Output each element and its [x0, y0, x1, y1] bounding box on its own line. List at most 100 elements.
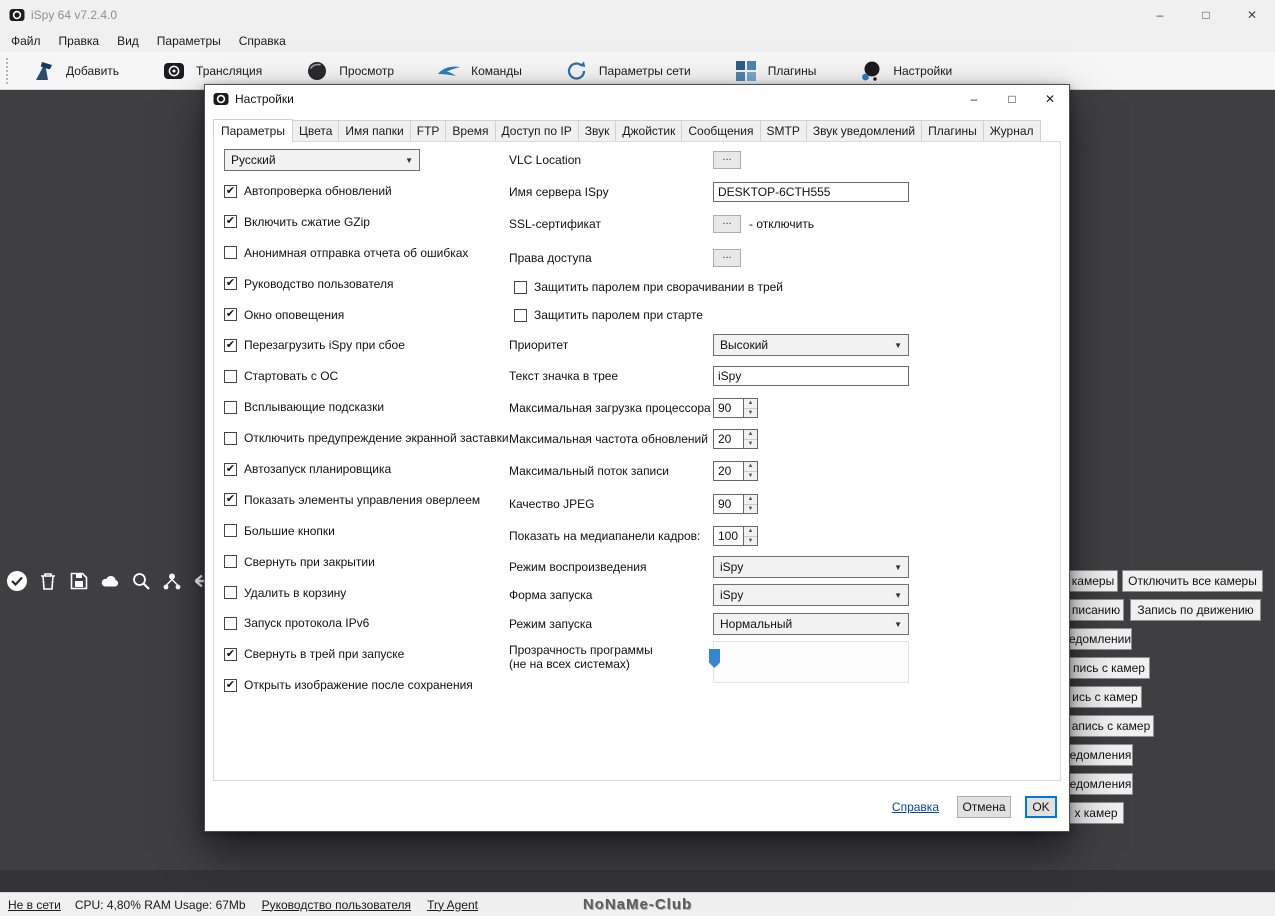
jpeg-quality-value[interactable]: 90: [713, 494, 743, 514]
media-frames-value[interactable]: 100: [713, 526, 743, 546]
tab-звук-уведомлений[interactable]: Звук уведомлений: [805, 120, 923, 142]
dialog-titlebar[interactable]: Настройки – □ ✕: [205, 85, 1069, 113]
spin-down-icon[interactable]: ▼: [744, 408, 757, 417]
spin-up-icon[interactable]: ▲: [744, 430, 757, 440]
checkbox-icon[interactable]: ✔: [224, 678, 237, 692]
side-button-отключить-все-камеры[interactable]: Отключить все камеры: [1122, 570, 1263, 592]
option-password-protect-tray[interactable]: Защитить паролем при сворачивании в трей: [514, 276, 1070, 298]
option-удалить-в-корзину[interactable]: Удалить в корзину: [224, 583, 506, 603]
checkbox-icon[interactable]: [224, 431, 237, 445]
max-stream-value[interactable]: 20: [713, 461, 743, 481]
side-button-ись-с-камер[interactable]: ись с камер: [1068, 686, 1142, 708]
tab-журнал[interactable]: Журнал: [982, 120, 1041, 142]
checkbox-icon[interactable]: ✔: [224, 184, 237, 198]
minimize-button[interactable]: –: [1137, 0, 1183, 30]
side-button-едомлении[interactable]: едомлении: [1068, 628, 1132, 650]
slider-thumb[interactable]: [709, 649, 720, 668]
startup-form-select[interactable]: iSpy ▼: [713, 584, 909, 606]
side-button-х-камер[interactable]: х камер: [1068, 802, 1124, 824]
menu-правка[interactable]: Правка: [50, 32, 109, 50]
tab-время[interactable]: Время: [445, 120, 496, 142]
checkbox-icon[interactable]: [224, 246, 237, 260]
offline-status-link[interactable]: Не в сети: [8, 898, 61, 912]
spin-down-icon[interactable]: ▼: [744, 439, 757, 448]
side-button-апись-с-камер[interactable]: апись с камер: [1068, 715, 1154, 737]
cloud-icon[interactable]: [99, 570, 121, 592]
tab-джойстик[interactable]: Джойстик: [615, 120, 683, 142]
check-circle-icon[interactable]: [6, 570, 28, 592]
side-button-едомления[interactable]: едомления: [1068, 773, 1133, 795]
option-стартовать-с-ос[interactable]: Стартовать с ОС: [224, 366, 506, 386]
startup-mode-select[interactable]: Нормальный ▼: [713, 613, 909, 635]
vlc-browse-button[interactable]: ...: [713, 151, 741, 169]
option-окно-оповещения[interactable]: ✔ Окно оповещения: [224, 305, 506, 325]
option-свернуть-в-трей-при-запуске[interactable]: ✔ Свернуть в трей при запуске: [224, 644, 506, 664]
save-icon[interactable]: [68, 570, 90, 592]
toolbar-добавить[interactable]: Добавить: [31, 59, 119, 83]
side-button-едомления[interactable]: едомления: [1068, 744, 1133, 766]
spin-down-icon[interactable]: ▼: [744, 536, 757, 545]
max-cpu-value[interactable]: 90: [713, 398, 743, 418]
tab-параметры[interactable]: Параметры: [213, 119, 293, 143]
dialog-minimize-button[interactable]: –: [955, 85, 993, 113]
max-cpu-spinner[interactable]: 90 ▲ ▼: [713, 398, 758, 418]
checkbox-icon[interactable]: ✔: [224, 215, 237, 229]
max-refresh-spinner[interactable]: 20 ▲ ▼: [713, 429, 758, 449]
option-автозапуск-планировщика[interactable]: ✔ Автозапуск планировщика: [224, 459, 506, 479]
tab-ftp[interactable]: FTP: [409, 120, 447, 142]
menu-файл[interactable]: Файл: [2, 32, 50, 50]
spin-up-icon[interactable]: ▲: [744, 462, 757, 472]
checkbox-icon[interactable]: [224, 586, 237, 600]
spin-down-icon[interactable]: ▼: [744, 504, 757, 513]
option-большие-кнопки[interactable]: Большие кнопки: [224, 521, 506, 541]
tab-доступ-по-ip[interactable]: Доступ по IP: [494, 120, 579, 142]
side-button-пись-с-камер[interactable]: пись с камер: [1068, 657, 1150, 679]
language-select[interactable]: Русский ▼: [224, 149, 420, 171]
checkbox-icon[interactable]: [224, 524, 237, 538]
menu-вид[interactable]: Вид: [108, 32, 148, 50]
checkbox-icon[interactable]: ✔: [224, 462, 237, 476]
checkbox-icon[interactable]: [514, 280, 527, 294]
playback-mode-select[interactable]: iSpy ▼: [713, 556, 909, 578]
dialog-maximize-button[interactable]: □: [993, 85, 1031, 113]
side-button-писанию[interactable]: писанию: [1068, 599, 1124, 621]
max-refresh-value[interactable]: 20: [713, 429, 743, 449]
dialog-close-button[interactable]: ✕: [1031, 85, 1069, 113]
option-запуск-протокола-ipv6[interactable]: Запуск протокола IPv6: [224, 613, 506, 633]
toolbar-трансляция[interactable]: Трансляция: [161, 59, 262, 83]
spin-up-icon[interactable]: ▲: [744, 495, 757, 505]
tab-звук[interactable]: Звук: [577, 120, 617, 142]
tab-сообщения[interactable]: Сообщения: [681, 120, 761, 142]
help-link[interactable]: Справка: [892, 800, 939, 814]
spin-down-icon[interactable]: ▼: [744, 471, 757, 480]
toolbar-параметры-сети[interactable]: Параметры сети: [564, 59, 691, 83]
checkbox-icon[interactable]: [514, 308, 527, 322]
nodes-icon[interactable]: [161, 570, 183, 592]
checkbox-icon[interactable]: [224, 555, 237, 569]
trash-icon[interactable]: [37, 570, 59, 592]
user-guide-link[interactable]: Руководство пользователя: [262, 898, 411, 912]
side-button-запись-по-движению[interactable]: Запись по движению: [1130, 599, 1261, 621]
option-показать-элементы-управления-оверлеем[interactable]: ✔ Показать элементы управления оверлеем: [224, 490, 506, 510]
option-password-protect-start[interactable]: Защитить паролем при старте: [514, 304, 1070, 326]
search-icon[interactable]: [130, 570, 152, 592]
option-анонимная-отправка-отчета-об-ошибках[interactable]: Анонимная отправка отчета об ошибках: [224, 243, 506, 263]
checkbox-icon[interactable]: [224, 369, 237, 383]
checkbox-icon[interactable]: [224, 400, 237, 414]
tray-text-input[interactable]: [713, 366, 909, 386]
tab-smtp[interactable]: SMTP: [759, 120, 807, 142]
tab-цвета[interactable]: Цвета: [291, 120, 340, 142]
checkbox-icon[interactable]: ✔: [224, 493, 237, 507]
toolbar-плагины[interactable]: Плагины: [733, 59, 816, 83]
option-перезагрузить-ispy-при-сбое[interactable]: ✔ Перезагрузить iSpy при сбое: [224, 335, 506, 355]
side-button-камеры[interactable]: камеры: [1068, 570, 1118, 592]
close-button[interactable]: ✕: [1229, 0, 1275, 30]
jpeg-quality-spinner[interactable]: 90 ▲ ▼: [713, 494, 758, 514]
ok-button[interactable]: OK: [1025, 796, 1057, 818]
checkbox-icon[interactable]: ✔: [224, 647, 237, 661]
option-свернуть-при-закрытии[interactable]: Свернуть при закрытии: [224, 552, 506, 572]
tab-плагины[interactable]: Плагины: [921, 120, 984, 142]
transparency-slider[interactable]: [709, 641, 909, 683]
toolbar-команды[interactable]: Команды: [436, 59, 522, 83]
try-agent-link[interactable]: Try Agent: [427, 898, 478, 912]
